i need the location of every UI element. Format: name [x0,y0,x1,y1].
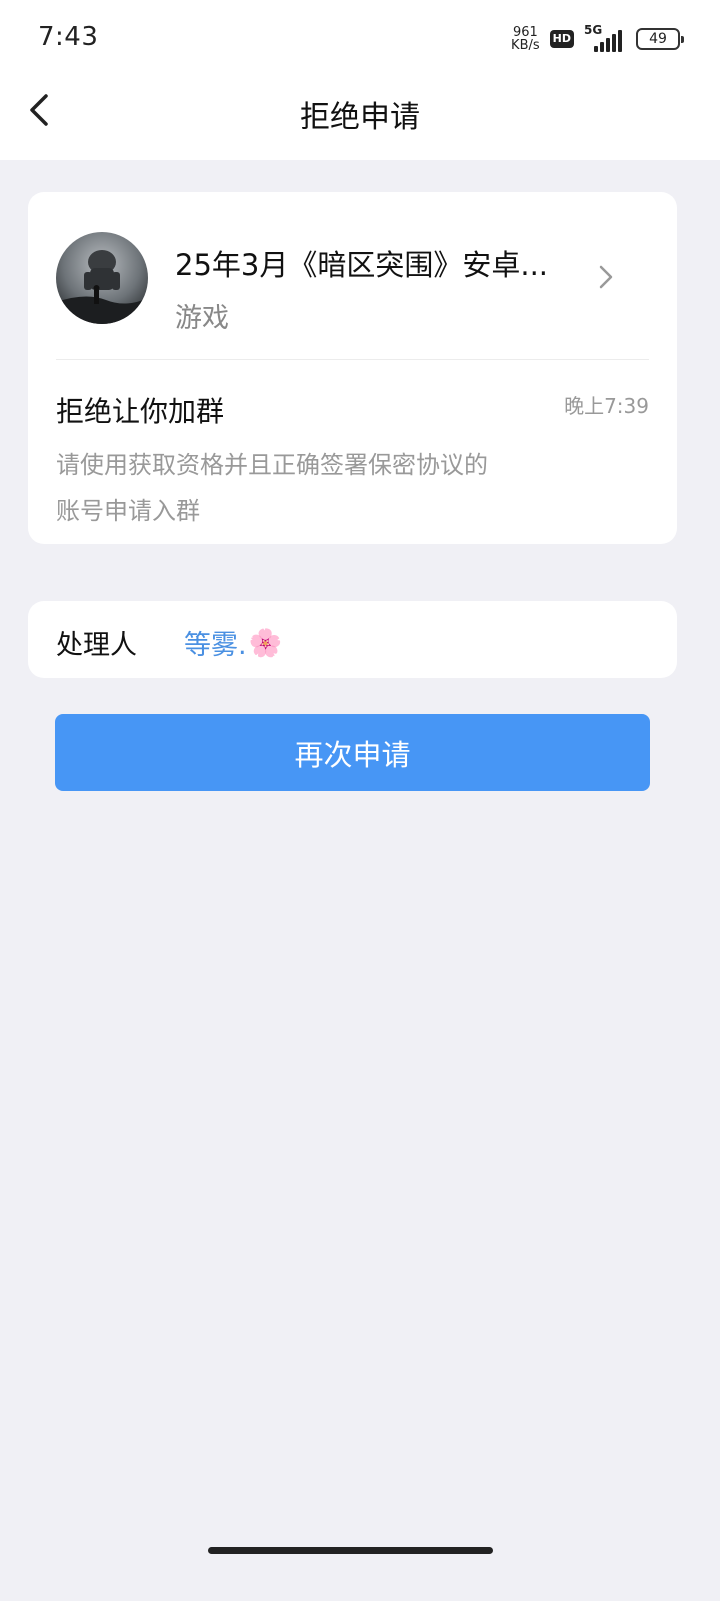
signal-icon: 5G [584,23,626,52]
handler-name[interactable]: 等雾. [184,623,247,662]
divider [56,359,649,360]
group-avatar[interactable] [56,232,148,324]
chevron-right-icon[interactable] [594,262,618,292]
handler-card: 处理人 等雾. 🌸 [28,601,677,678]
rejection-reason-line: 请使用获取资格并且正确签署保密协议的 [56,451,488,479]
reapply-button[interactable]: 再次申请 [55,714,650,791]
status-time: 7:43 [38,22,99,52]
handler-label: 处理人 [56,630,137,661]
battery-icon: 49 [636,28,684,50]
rejection-reason-line: 账号申请入群 [56,497,200,525]
handler-name-link[interactable]: 等雾. 🌸 [184,623,282,662]
group-card: 25年3月《暗区突围》安卓... 游戏 拒绝让你加群 晚上7:39 请使用获取资… [28,192,677,544]
hd-icon: HD [549,30,574,48]
network-type: 5G [584,23,603,37]
group-type: 游戏 [175,303,229,334]
top-bar: 7:43 961 KB/s HD 5G 49 拒绝申请 [0,0,720,160]
battery-level: 49 [649,31,667,47]
rejection-time: 晚上7:39 [564,394,649,418]
network-speed: 961 KB/s [511,26,540,52]
cherry-blossom-icon: 🌸 [248,627,283,659]
group-name[interactable]: 25年3月《暗区突围》安卓... [175,242,548,284]
page-title: 拒绝申请 [300,100,420,135]
network-speed-unit: KB/s [511,38,540,53]
rejection-reason: 请使用获取资格并且正确签署保密协议的 账号申请入群 [56,442,556,534]
rejection-title: 拒绝让你加群 [56,395,225,428]
status-icons: 961 KB/s HD 5G 49 [511,23,684,54]
home-indicator[interactable] [208,1547,493,1554]
